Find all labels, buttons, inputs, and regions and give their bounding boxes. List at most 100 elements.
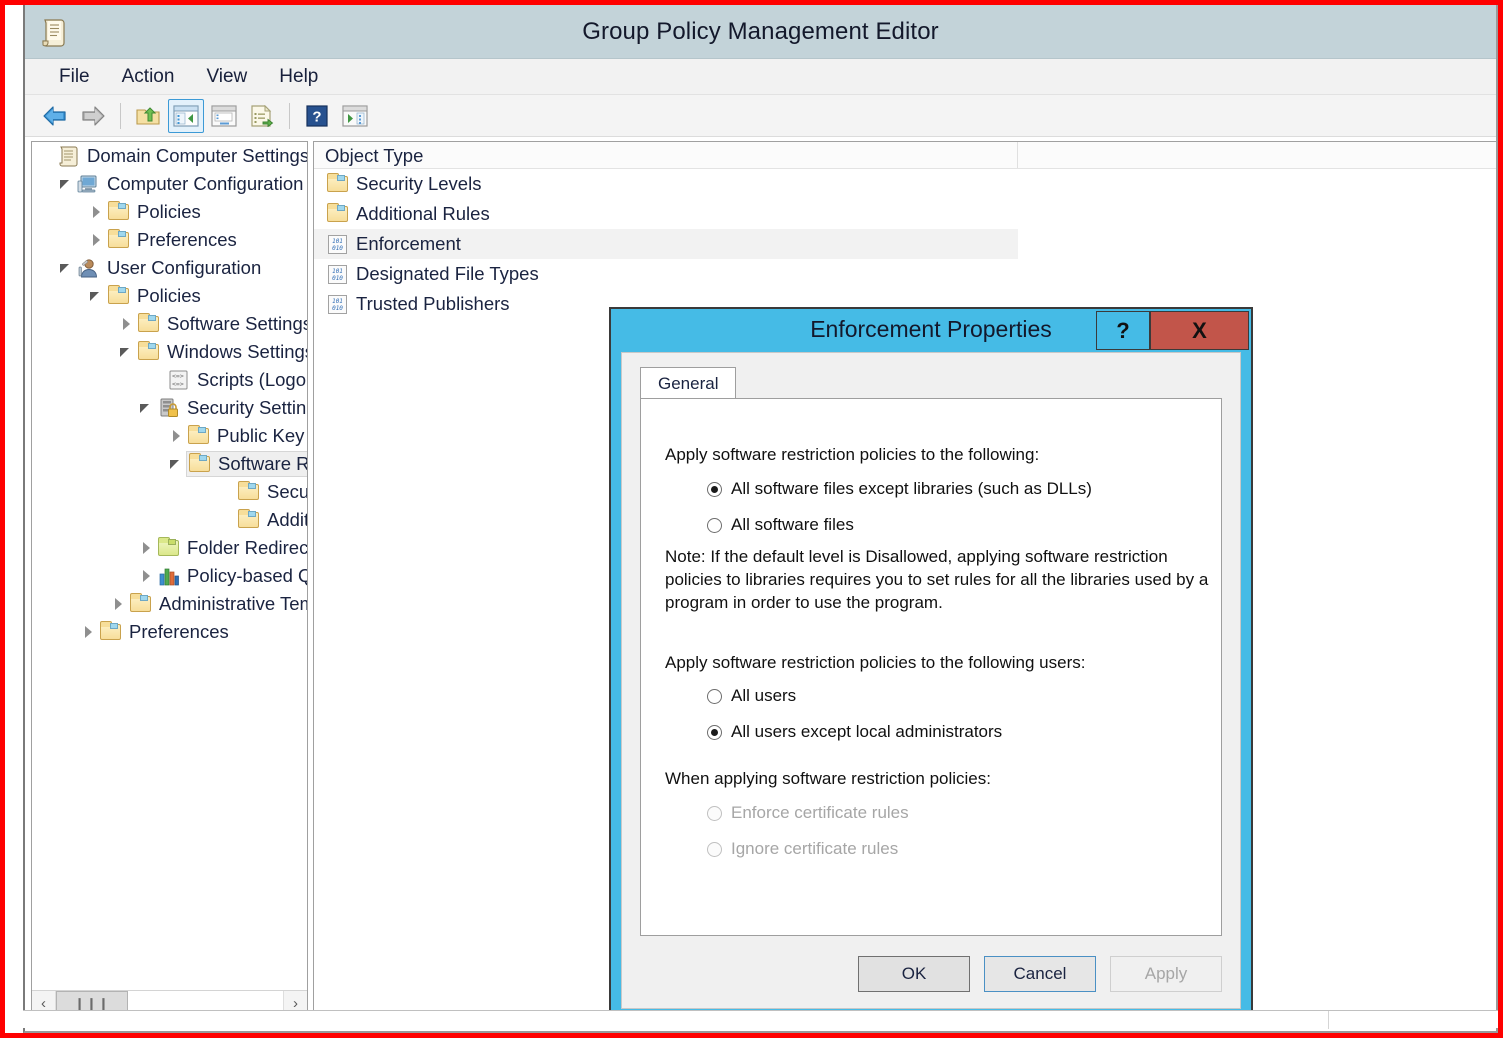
help-button[interactable]: ? (299, 99, 335, 133)
tree-toggle-none (38, 147, 56, 165)
tree-item-label: Additional Rules (267, 509, 307, 530)
folder-icon (237, 481, 261, 503)
tree-item-public-key-policies[interactable]: Public Key Policies (32, 422, 307, 450)
enforcement-properties-dialog: Enforcement Properties ? X General Apply… (609, 307, 1253, 1025)
dialog-help-button[interactable]: ? (1096, 311, 1150, 350)
folder-icon (129, 593, 153, 615)
radio-button-icon[interactable] (707, 481, 722, 497)
tree-toggle-expanded[interactable] (168, 455, 186, 473)
tree-item-label: Software Restriction Policies (218, 453, 307, 474)
toolbar: ? (25, 95, 1496, 137)
radio-all-software-files[interactable]: All software files (707, 515, 854, 535)
tree-toggle-expanded[interactable] (118, 343, 136, 361)
column-header-object-type[interactable]: Object Type (314, 142, 1018, 168)
console-tree-pane: Domain Computer Settings Computer Config… (31, 141, 308, 1017)
list-item[interactable]: Additional Rules (314, 199, 1496, 229)
cancel-button[interactable]: Cancel (984, 956, 1096, 992)
tree-item-security-settings[interactable]: Security Settings (32, 394, 307, 422)
computer-icon (77, 173, 101, 195)
radio-all-users[interactable]: All users (707, 686, 796, 706)
menu-action[interactable]: Action (106, 64, 191, 90)
tree-item-software-settings[interactable]: Software Settings (32, 310, 307, 338)
tree-item-label: Policies (137, 285, 201, 306)
properties-button[interactable] (206, 99, 242, 133)
tree-item-label: Folder Redirection (187, 537, 307, 558)
column-header-filler (1018, 142, 1496, 168)
tab-general[interactable]: General (640, 367, 737, 399)
menu-help[interactable]: Help (263, 64, 334, 90)
tree-toggle-none (218, 511, 236, 529)
menubar: File Action View Help (25, 59, 1496, 95)
menu-view[interactable]: View (190, 64, 263, 90)
radio-enforce-certificate-rules: Enforce certificate rules (707, 803, 909, 823)
radio-ignore-certificate-rules: Ignore certificate rules (707, 839, 898, 859)
folder-icon (137, 341, 161, 363)
screenshot-root: Group Policy Management Editor File Acti… (0, 0, 1503, 1038)
tree-item-additional-rules[interactable]: Additional Rules (32, 506, 307, 534)
tree-toggle-collapsed[interactable] (138, 567, 156, 585)
forward-button[interactable] (75, 99, 111, 133)
group-policy-management-editor-window: Group Policy Management Editor File Acti… (23, 5, 1498, 1033)
tree-item-user-configuration[interactable]: User Configuration (32, 254, 307, 282)
status-divider (1328, 1011, 1329, 1029)
menu-file[interactable]: File (43, 64, 106, 90)
list-item[interactable]: Security Levels (314, 169, 1496, 199)
folder-icon (107, 229, 131, 251)
tree-item-computer-configuration[interactable]: Computer Configuration (32, 170, 307, 198)
radio-button-icon[interactable] (707, 724, 722, 740)
tree-toggle-expanded[interactable] (88, 287, 106, 305)
console-tree: Domain Computer Settings Computer Config… (32, 142, 307, 990)
folder-icon (107, 201, 131, 223)
tree-item-computer-policies[interactable]: Policies (32, 198, 307, 226)
tree-item-security-levels[interactable]: Security Levels (32, 478, 307, 506)
list-item[interactable]: 101 010 Designated File Types (314, 259, 1496, 289)
tree-item-software-restriction-policies[interactable]: Software Restriction Policies (32, 450, 307, 478)
export-list-button[interactable] (244, 99, 280, 133)
tree-toggle-collapsed[interactable] (88, 231, 106, 249)
dialog-close-button[interactable]: X (1150, 311, 1249, 350)
radio-button-icon[interactable] (707, 688, 722, 704)
dialog-button-bar: OK Cancel Apply (640, 954, 1222, 994)
tree-item-domain-computer-settings[interactable]: Domain Computer Settings (32, 142, 307, 170)
tree-toggle-collapsed[interactable] (110, 595, 128, 613)
main-content-area: Domain Computer Settings Computer Config… (25, 138, 1496, 1031)
tree-toggle-expanded[interactable] (138, 399, 156, 417)
tree-item-label: Security Levels (267, 481, 307, 502)
tree-toggle-expanded[interactable] (58, 259, 76, 277)
tree-item-user-preferences[interactable]: Preferences (32, 618, 307, 646)
list-item-enforcement[interactable]: 101 010 Enforcement (314, 229, 1018, 259)
tree-item-scripts[interactable]: <=> <=> Scripts (Logon/Logoff) (32, 366, 307, 394)
section-label-apply-to-files: Apply software restriction policies to t… (665, 445, 1040, 464)
radio-button-icon[interactable] (707, 517, 722, 533)
tree-item-folder-redirection[interactable]: Folder Redirection (32, 534, 307, 562)
tree-item-computer-preferences[interactable]: Preferences (32, 226, 307, 254)
back-button[interactable] (37, 99, 73, 133)
tree-item-policy-based-qos[interactable]: Policy-based QoS (32, 562, 307, 590)
up-one-level-button[interactable] (130, 99, 166, 133)
tree-toggle-collapsed[interactable] (138, 539, 156, 557)
tree-toggle-expanded[interactable] (58, 175, 76, 193)
tree-item-administrative-templates[interactable]: Administrative Templates (32, 590, 307, 618)
folder-icon (326, 173, 350, 195)
tree-toggle-collapsed[interactable] (118, 315, 136, 333)
tree-toggle-collapsed[interactable] (88, 203, 106, 221)
tree-toggle-collapsed[interactable] (80, 623, 98, 641)
tree-toggle-none (148, 371, 166, 389)
list-item-label: Designated File Types (356, 263, 539, 284)
scroll-document-icon (57, 145, 81, 167)
radio-label: All users (731, 686, 797, 705)
list-item-label: Security Levels (356, 173, 482, 194)
radio-button-icon (707, 841, 722, 857)
tree-item-user-policies[interactable]: Policies (32, 282, 307, 310)
show-action-pane-button[interactable] (337, 99, 373, 133)
toolbar-separator (289, 102, 290, 129)
status-strip (23, 1010, 1498, 1029)
ok-button[interactable]: OK (858, 956, 970, 992)
dialog-titlebar: Enforcement Properties ? X (611, 309, 1251, 352)
radio-label: All software files except libraries (suc… (731, 479, 1092, 498)
radio-all-software-files-except-libraries[interactable]: All software files except libraries (suc… (707, 479, 1092, 499)
tree-toggle-collapsed[interactable] (168, 427, 186, 445)
tree-item-windows-settings[interactable]: Windows Settings (32, 338, 307, 366)
show-hide-console-tree-button[interactable] (168, 98, 204, 133)
radio-all-users-except-local-administrators[interactable]: All users except local administrators (707, 722, 1002, 742)
